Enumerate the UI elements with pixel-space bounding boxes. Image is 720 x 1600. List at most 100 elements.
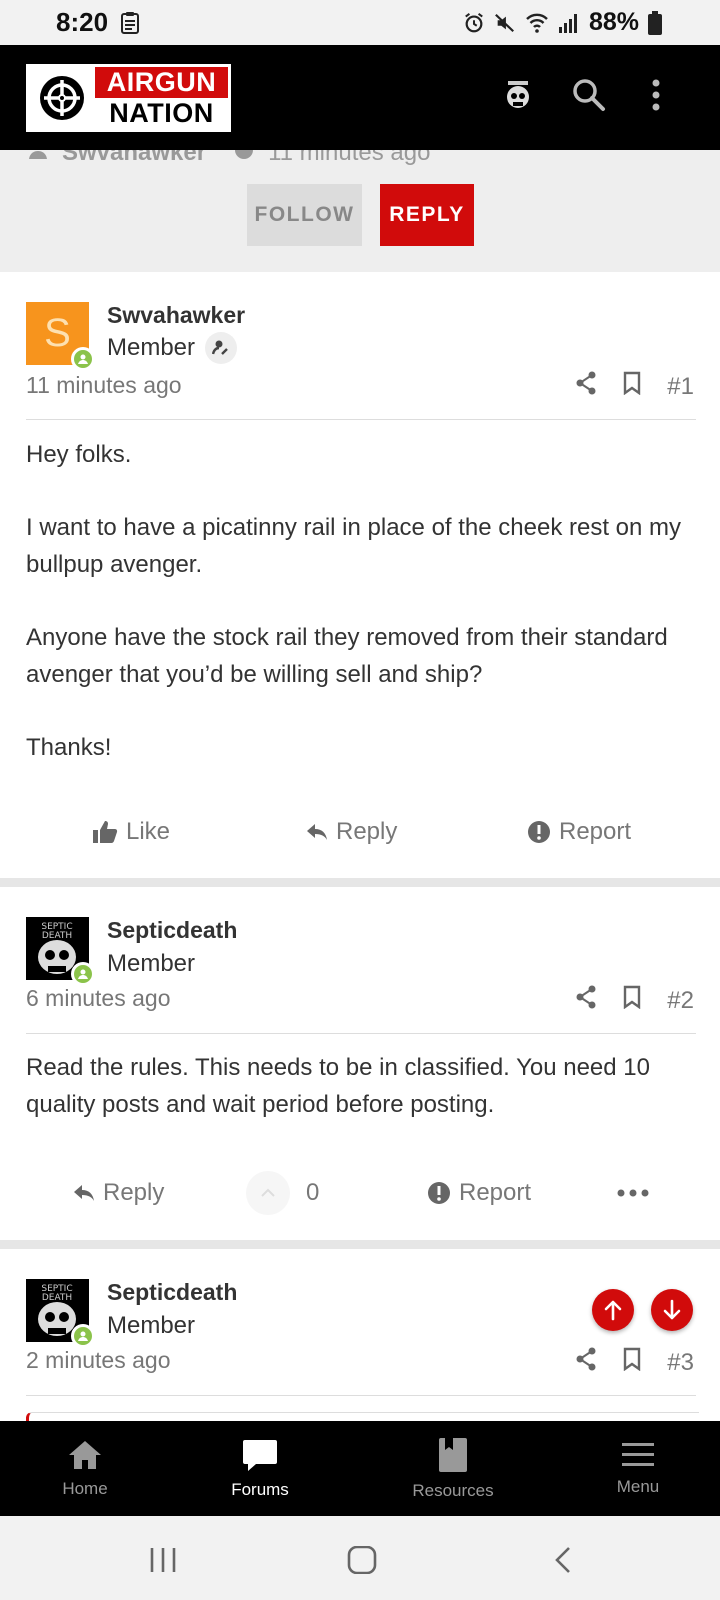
bookmark-icon[interactable] xyxy=(623,371,641,402)
wifi-icon xyxy=(525,12,549,34)
status-time: 8:20 xyxy=(56,7,109,37)
post-separator xyxy=(0,878,720,887)
post-paragraph: Hey folks. xyxy=(26,441,132,468)
post-footer: Reply 0 Report xyxy=(0,1171,720,1215)
user-badge-icon xyxy=(205,332,238,364)
divider xyxy=(26,419,696,420)
online-status-icon xyxy=(71,1324,95,1348)
reply-label: Reply xyxy=(103,1179,165,1206)
report-button[interactable]: Report xyxy=(427,1179,531,1207)
divider xyxy=(26,1395,696,1396)
post-1: S Swvahawker Member 11 minutes ago #1 He… xyxy=(0,272,720,876)
post-paragraph: Thanks! xyxy=(26,734,112,761)
follow-button[interactable]: FOLLOW xyxy=(247,184,362,246)
online-status-icon xyxy=(71,962,95,986)
site-logo[interactable]: AIRGUN NATION xyxy=(26,64,231,132)
post-username[interactable]: Septicdeath xyxy=(107,1279,237,1306)
avatar[interactable]: S xyxy=(26,302,95,371)
crosshair-icon xyxy=(29,67,95,129)
chevron-up-icon xyxy=(261,1188,275,1197)
nav-menu[interactable]: Menu xyxy=(593,1421,683,1516)
divider xyxy=(26,1033,696,1034)
home-button-icon[interactable] xyxy=(347,1545,377,1579)
user-role: Member xyxy=(107,950,195,978)
avatar[interactable]: SEPTIC DEATH xyxy=(26,1279,95,1348)
more-vertical-icon[interactable] xyxy=(650,78,662,117)
arrow-down-icon xyxy=(663,1299,681,1320)
post-tools: #2 xyxy=(575,985,694,1016)
nav-label: Forums xyxy=(231,1479,289,1499)
more-horizontal-icon[interactable] xyxy=(617,1189,649,1197)
nav-label: Menu xyxy=(616,1476,660,1496)
report-label: Report xyxy=(459,1179,532,1206)
online-status-icon xyxy=(71,347,95,371)
mute-icon xyxy=(494,12,516,34)
svg-text:DEATH: DEATH xyxy=(42,931,72,941)
post-paragraph: I want to have a picatinny rail in place… xyxy=(26,514,682,578)
reply-label: Reply xyxy=(336,818,398,845)
post-separator xyxy=(0,1240,720,1249)
post-number[interactable]: #1 xyxy=(667,373,694,401)
thread-time: 11 minutes ago xyxy=(268,150,431,166)
app-header: AIRGUN NATION xyxy=(0,45,720,150)
share-icon[interactable] xyxy=(575,371,597,402)
role-label: Member xyxy=(107,950,196,977)
post-paragraph: Anyone have the stock rail they removed … xyxy=(26,624,668,688)
scroll-up-button[interactable] xyxy=(592,1289,634,1331)
bottom-navigation: Home Forums Resources Menu xyxy=(0,1421,720,1516)
like-button[interactable]: Like xyxy=(92,818,170,846)
thread-meta: Swvahawker 11 minutes ago xyxy=(28,150,430,167)
post-username[interactable]: Swvahawker xyxy=(107,302,245,329)
forums-icon xyxy=(243,1439,277,1471)
search-icon[interactable] xyxy=(572,78,606,117)
bookmark-icon[interactable] xyxy=(623,985,641,1016)
back-icon[interactable] xyxy=(553,1546,573,1579)
alarm-icon xyxy=(463,12,485,34)
upvote-button[interactable] xyxy=(246,1171,290,1215)
user-role: Member xyxy=(107,1312,195,1340)
post-3: SEPTIC DEATH Septicdeath Member 2 minutes… xyxy=(0,1249,720,1421)
post-reply-button[interactable]: Reply xyxy=(306,818,397,846)
share-icon[interactable] xyxy=(575,1347,597,1378)
clipboard-icon xyxy=(118,11,142,35)
svg-text:DEATH: DEATH xyxy=(42,1293,72,1303)
nav-forums[interactable]: Forums xyxy=(215,1421,305,1516)
reply-button[interactable]: REPLY xyxy=(380,184,474,246)
role-label: Member xyxy=(107,334,196,361)
scroll-down-button[interactable] xyxy=(651,1289,693,1331)
thread-author[interactable]: Swvahawker xyxy=(62,150,206,167)
post-tools: #3 xyxy=(575,1347,694,1378)
post-username[interactable]: Septicdeath xyxy=(107,917,237,944)
arrow-up-icon xyxy=(604,1300,622,1321)
report-button[interactable]: Report xyxy=(527,818,631,846)
vote-count: 0 xyxy=(306,1179,320,1206)
post-footer: Like Reply Report xyxy=(0,812,720,852)
system-navigation-bar xyxy=(0,1516,720,1600)
battery-icon xyxy=(648,10,662,35)
clock-icon xyxy=(234,150,254,167)
post-reply-button[interactable]: Reply xyxy=(73,1179,164,1207)
nav-resources[interactable]: Resources xyxy=(403,1421,503,1516)
post-paragraph: Read the rules. This needs to be in clas… xyxy=(26,1054,650,1118)
thread-header: Swvahawker 11 minutes ago FOLLOW REPLY xyxy=(0,150,720,272)
post-time[interactable]: 6 minutes ago xyxy=(26,985,170,1012)
post-body: Hey folks. I want to have a picatinny ra… xyxy=(26,436,696,802)
avatar[interactable]: SEPTIC DEATH xyxy=(26,917,95,986)
post-time[interactable]: 11 minutes ago xyxy=(26,372,182,399)
nav-label: Resources xyxy=(412,1480,494,1500)
post-number[interactable]: #2 xyxy=(667,987,694,1015)
post-time[interactable]: 2 minutes ago xyxy=(26,1347,170,1374)
post-2: SEPTIC DEATH Septicdeath Member 6 minutes… xyxy=(0,887,720,1240)
user-role: Member xyxy=(107,332,238,364)
report-label: Report xyxy=(559,818,632,845)
post-body: Read the rules. This needs to be in clas… xyxy=(26,1049,696,1159)
like-label: Like xyxy=(126,818,171,845)
nav-home[interactable]: Home xyxy=(40,1421,130,1516)
share-icon[interactable] xyxy=(575,985,597,1016)
status-bar: 8:20 88% xyxy=(0,0,720,45)
recent-apps-icon[interactable] xyxy=(148,1546,178,1579)
user-avatar[interactable] xyxy=(500,77,536,113)
bookmark-icon[interactable] xyxy=(623,1347,641,1378)
role-label: Member xyxy=(107,1312,196,1339)
post-number[interactable]: #3 xyxy=(667,1349,694,1377)
